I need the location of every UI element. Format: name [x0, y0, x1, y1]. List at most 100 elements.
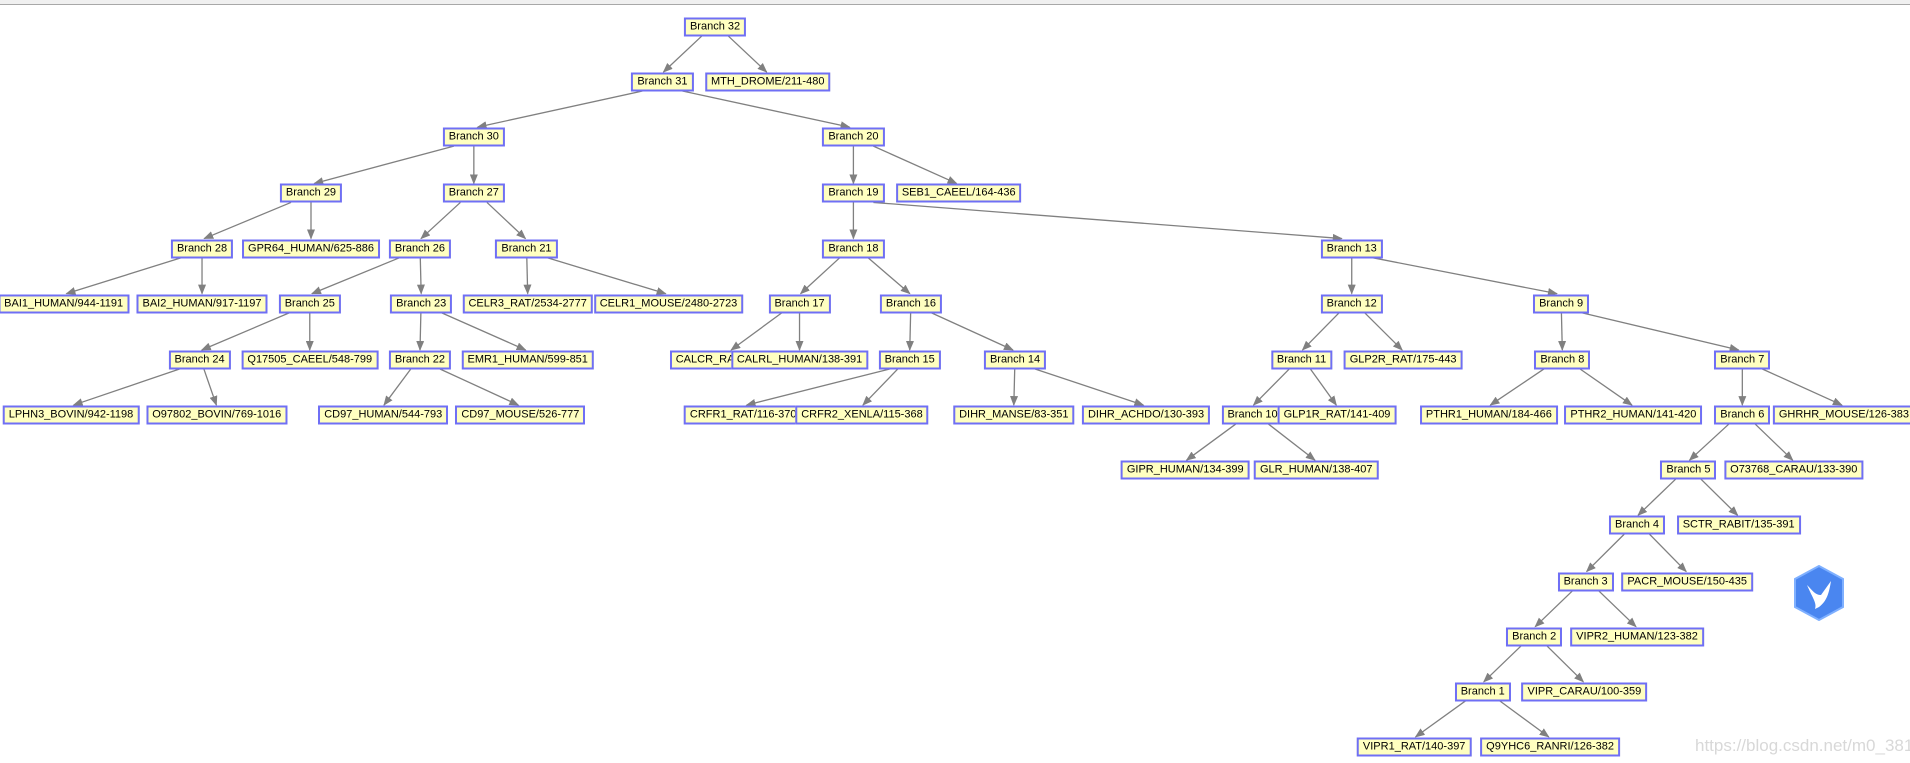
edge-b23-b22 — [416, 312, 425, 351]
branch-node[interactable]: Branch 13 — [1320, 239, 1383, 259]
branch-node[interactable]: Branch 8 — [1534, 350, 1591, 370]
edge-b22-cd97h — [383, 368, 412, 406]
branch-node[interactable]: Branch 22 — [388, 350, 452, 370]
branch-node[interactable]: Branch 15 — [878, 350, 941, 370]
leaf-node[interactable]: O73768_CARAU/133-390 — [1724, 460, 1864, 480]
leaf-node[interactable]: O97802_BOVIN/769-1016 — [146, 405, 288, 425]
edge-b3-b2 — [1534, 590, 1574, 628]
leaf-node[interactable]: GPR64_HUMAN/625-886 — [242, 239, 380, 259]
edge-b13-b9 — [1371, 256, 1558, 296]
leaf-node[interactable]: EMR1_HUMAN/599-851 — [461, 350, 594, 370]
leaf-node[interactable]: BAI2_HUMAN/917-1197 — [136, 294, 268, 314]
leaf-node[interactable]: CALRL_HUMAN/138-391 — [730, 350, 869, 370]
leaf-node[interactable]: PACR_MOUSE/150-435 — [1621, 572, 1754, 592]
edge-b23-emr1 — [440, 312, 527, 351]
branch-node[interactable]: Branch 19 — [822, 183, 885, 203]
branch-node[interactable]: Branch 25 — [278, 294, 341, 314]
edge-b12-b11 — [1301, 312, 1340, 351]
leaf-node[interactable]: VIPR1_RAT/140-397 — [1356, 737, 1472, 757]
branch-node[interactable]: Branch 11 — [1270, 350, 1333, 370]
branch-node[interactable]: Branch 3 — [1557, 572, 1614, 592]
edge-b26-b25 — [311, 256, 401, 295]
branch-node[interactable]: Branch 18 — [822, 239, 885, 259]
edge-b8-pthr2 — [1579, 368, 1633, 406]
branch-node[interactable]: Branch 17 — [768, 294, 831, 314]
leaf-node[interactable]: DIHR_MANSE/83-351 — [953, 405, 1075, 425]
branch-node[interactable]: Branch 16 — [879, 294, 943, 314]
branch-node[interactable]: Branch 26 — [388, 239, 452, 259]
edge-b12-glp2r — [1364, 312, 1403, 351]
branch-node[interactable]: Branch 4 — [1609, 515, 1666, 535]
branch-node[interactable]: Branch 27 — [442, 183, 505, 203]
branch-node[interactable]: Branch 21 — [495, 239, 558, 259]
leaf-node[interactable]: Q17505_CAEEL/548-799 — [241, 350, 379, 370]
edge-b18-b16 — [867, 257, 911, 295]
leaf-node[interactable]: PTHR2_HUMAN/141-420 — [1564, 405, 1703, 425]
edge-b19-b13 — [873, 201, 1343, 242]
branch-node[interactable]: Branch 7 — [1714, 350, 1771, 370]
edge-b9-b7 — [1580, 312, 1740, 352]
edge-b3-vipr2 — [1598, 590, 1637, 628]
edge-b30-b29 — [313, 145, 455, 185]
edge-b14-dihra — [1034, 368, 1145, 407]
edge-b20-seb1 — [873, 145, 958, 185]
branch-node[interactable]: Branch 20 — [822, 127, 885, 147]
leaf-node[interactable]: CD97_MOUSE/526-777 — [455, 405, 586, 425]
branch-node[interactable]: Branch 5 — [1660, 460, 1717, 480]
leaf-node[interactable]: GHRHR_MOUSE/126-383 — [1772, 405, 1910, 425]
leaf-node[interactable]: CD97_HUMAN/544-793 — [318, 405, 449, 425]
edge-b28-bai1 — [65, 256, 183, 295]
leaf-node[interactable]: PTHR1_HUMAN/184-466 — [1419, 405, 1558, 425]
edge-b6-b5 — [1688, 423, 1730, 461]
leaf-node[interactable]: GLR_HUMAN/138-407 — [1253, 460, 1379, 480]
branch-node[interactable]: Branch 6 — [1714, 405, 1771, 425]
edge-b2-b1 — [1483, 645, 1522, 683]
leaf-node[interactable]: CELR1_MOUSE/2480-2723 — [593, 294, 744, 314]
edge-b24-o97802 — [203, 368, 218, 407]
leaf-node[interactable]: MTH_DROME/211-480 — [704, 72, 831, 92]
edge-b11-glp1r — [1309, 368, 1337, 406]
leaf-node[interactable]: SCTR_RABIT/135-391 — [1676, 515, 1801, 535]
edge-b16-b15 — [905, 312, 914, 351]
edge-b14-dihrm — [1010, 368, 1019, 407]
edge-b5-sctr — [1700, 478, 1739, 516]
leaf-node[interactable]: CRFR2_XENLA/115-368 — [795, 405, 929, 425]
leaf-node[interactable]: GIPR_HUMAN/134-399 — [1120, 460, 1250, 480]
branch-node[interactable]: Branch 31 — [631, 72, 694, 92]
edge-b17-calcr — [730, 312, 783, 351]
branch-node[interactable]: Branch 1 — [1454, 682, 1511, 702]
branch-node[interactable]: Branch 32 — [683, 17, 747, 37]
edge-b21-celr3 — [523, 257, 532, 295]
branch-node[interactable]: Branch 23 — [390, 294, 453, 314]
edge-b22-cd97m — [439, 368, 520, 406]
edge-b9-b8 — [1558, 312, 1567, 351]
branch-node[interactable]: Branch 12 — [1320, 294, 1383, 314]
branch-node[interactable]: Branch 29 — [279, 183, 343, 203]
branch-node[interactable]: Branch 10 — [1221, 405, 1284, 425]
leaf-node[interactable]: GLP1R_RAT/141-409 — [1277, 405, 1397, 425]
leaf-node[interactable]: BAI1_HUMAN/944-1191 — [0, 294, 130, 314]
edge-b4-b3 — [1585, 533, 1625, 573]
edge-b29-b28 — [203, 201, 292, 240]
edge-b27-b21 — [486, 201, 527, 240]
branch-node[interactable]: Branch 24 — [168, 350, 231, 370]
edge-b8-pthr1 — [1489, 368, 1545, 406]
branch-node[interactable]: Branch 9 — [1533, 294, 1590, 314]
leaf-node[interactable]: SEB1_CAEEL/164-436 — [895, 183, 1022, 203]
edge-b11-b10 — [1252, 368, 1290, 406]
leaf-node[interactable]: LPHN3_BOVIN/942-1198 — [2, 405, 140, 425]
leaf-node[interactable]: Q9YHC6_RANRI/126-382 — [1480, 737, 1620, 757]
edge-b10-glr — [1268, 423, 1316, 461]
branch-node[interactable]: Branch 30 — [442, 127, 505, 147]
leaf-node[interactable]: VIPR2_HUMAN/123-382 — [1570, 627, 1704, 647]
leaf-node[interactable]: VIPR_CARAU/100-359 — [1521, 682, 1648, 702]
branch-node[interactable]: Branch 28 — [170, 239, 234, 259]
leaf-node[interactable]: DIHR_ACHDO/130-393 — [1081, 405, 1211, 425]
leaf-node[interactable]: CRFR1_RAT/116-370 — [683, 405, 803, 425]
branch-node[interactable]: Branch 14 — [983, 350, 1047, 370]
leaf-node[interactable]: CELR3_RAT/2534-2777 — [462, 294, 593, 314]
branch-node[interactable]: Branch 2 — [1506, 627, 1563, 647]
watermark-text: https://blog.csdn.net/m0_38127487 — [1695, 736, 1910, 755]
leaf-node[interactable]: GLP2R_RAT/175-443 — [1343, 350, 1463, 370]
edge-b32-mth — [727, 35, 768, 73]
